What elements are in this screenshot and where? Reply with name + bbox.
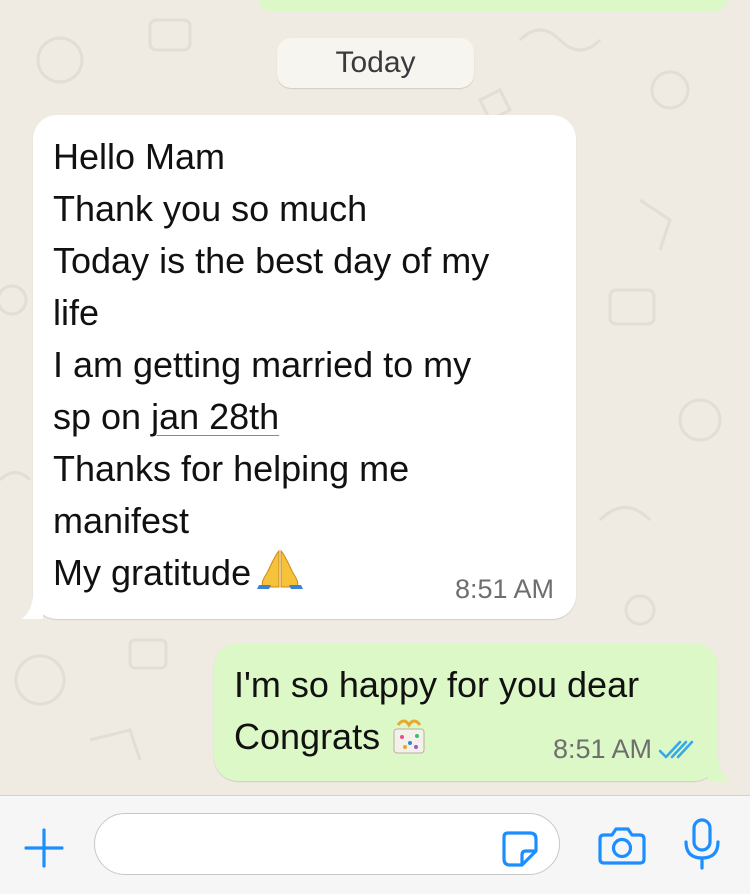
message-line: sp on <box>53 396 152 437</box>
message-line: I'm so happy for you dear <box>234 664 640 705</box>
message-line: Thanks for helping me <box>53 448 410 489</box>
message-line: Hello Mam <box>53 136 226 177</box>
sticker-icon[interactable] <box>500 829 540 869</box>
bubble-tail <box>21 595 43 619</box>
incoming-message-text: Hello Mam Thank you so much Today is the… <box>53 131 489 599</box>
message-line: Thank you so much <box>53 188 368 229</box>
message-line: Today is the best day of my <box>53 240 490 281</box>
message-line: manifest <box>53 500 190 541</box>
message-line: I am getting married to my <box>53 344 472 385</box>
read-receipt-icon <box>658 740 694 758</box>
message-timestamp: 8:51 AM <box>454 574 554 604</box>
date-link[interactable]: jan 28th <box>151 396 279 437</box>
message-line: My gratitude <box>53 552 252 593</box>
previous-outgoing-bubble <box>258 0 728 12</box>
message-input[interactable] <box>94 813 560 875</box>
bubble-tail <box>708 757 730 781</box>
camera-icon[interactable] <box>598 823 646 867</box>
message-timestamp: 8:51 AM <box>552 734 652 764</box>
microphone-icon[interactable] <box>682 816 722 872</box>
message-line: life <box>53 292 100 333</box>
folded-hands-emoji-icon <box>257 549 304 589</box>
message-composer-bar <box>0 795 750 894</box>
plus-icon[interactable] <box>22 826 66 870</box>
date-separator: Today <box>277 38 474 88</box>
message-line: Congrats <box>234 716 381 757</box>
confetti-gift-emoji-icon <box>393 719 425 754</box>
incoming-message-bubble[interactable]: Hello Mam Thank you so much Today is the… <box>21 115 576 619</box>
date-separator-label: Today <box>335 46 416 79</box>
message-meta: 8:51 AM <box>553 734 696 765</box>
outgoing-message-bubble[interactable]: I'm so happy for you dear Congrats 8:51 … <box>214 643 730 781</box>
